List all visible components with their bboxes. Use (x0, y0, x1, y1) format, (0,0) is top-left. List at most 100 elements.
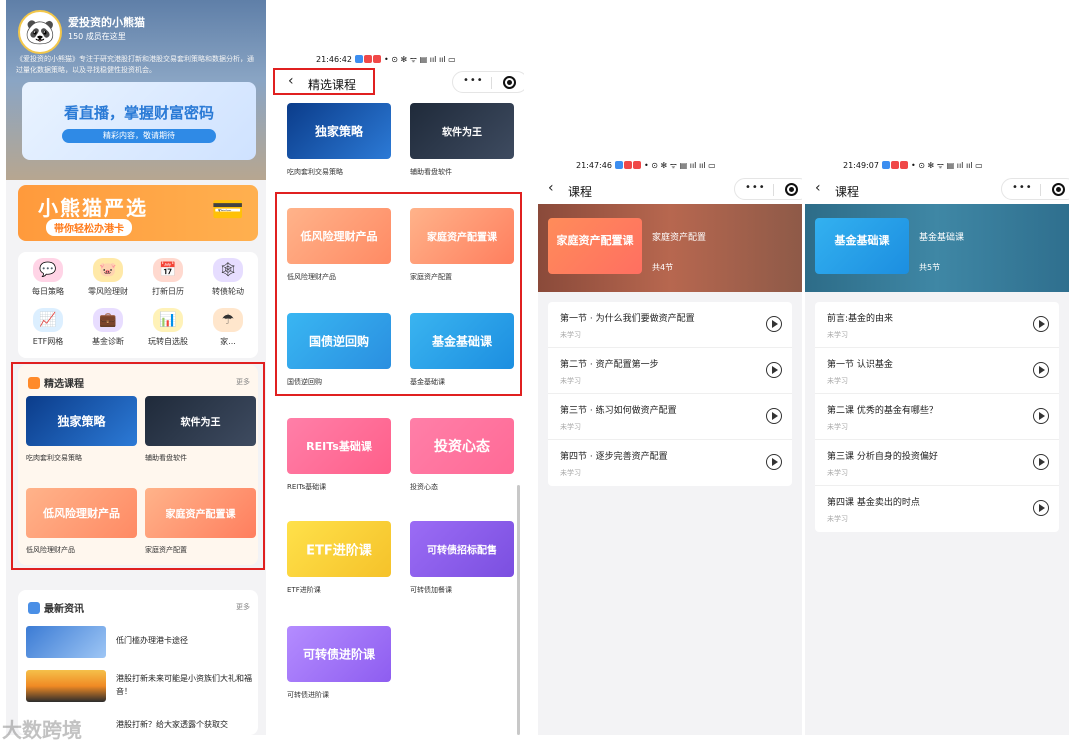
capsule-divider (1040, 184, 1041, 196)
promo-banner[interactable]: 小熊猫严选 带你轻松办港卡 💳 (18, 185, 258, 241)
feature-chart[interactable]: 📈 ETF网格 (18, 308, 78, 347)
lesson-status: 未学习 (827, 377, 848, 385)
app-icon (615, 161, 624, 169)
page-title: 课程 (568, 185, 593, 199)
panda-avatar[interactable]: 🐼 (18, 10, 62, 54)
umbrella-icon: ☂ (213, 308, 243, 332)
course-thumbnail: 可转债进阶课 (287, 626, 391, 682)
lesson-item[interactable]: 前言:基金的由来 未学习 (815, 302, 1059, 348)
course-caption: REITs基础课 (287, 483, 327, 491)
feature-label: 转债轮动 (212, 287, 244, 296)
promo-title: 小熊猫严选 (38, 196, 148, 220)
course-caption: 可转债加餐课 (410, 586, 452, 594)
news-title: 港股打新？给大家透露个获取交 (116, 720, 228, 729)
feature-umbrella[interactable]: ☂ 家... (198, 308, 258, 347)
lesson-item[interactable]: 第四课 基金卖出的时点 未学习 (815, 486, 1059, 532)
feature-bars[interactable]: 📊 玩转自选股 (138, 308, 198, 347)
more-link[interactable]: 更多 (236, 602, 250, 612)
lesson-status: 未学习 (827, 515, 848, 523)
play-icon[interactable] (766, 454, 782, 470)
news-item[interactable]: 低门槛办理港卡途径 (26, 626, 252, 662)
course-hero: 家庭资产配置课 家庭资产配置 共4节 (538, 204, 802, 292)
course-hero: 基金基础课 基金基础课 共5节 (805, 204, 1069, 292)
capsule-divider (491, 77, 492, 89)
piggy-icon: 🐷 (93, 258, 123, 282)
lesson-item[interactable]: 第二课 优秀的基金有哪些？ 未学习 (815, 394, 1059, 440)
lesson-item[interactable]: 第一节 · 为什么我们要做资产配置 未学习 (548, 302, 792, 348)
chat-icon: 💬 (33, 258, 63, 282)
feature-network[interactable]: 🕸 转债轮动 (198, 258, 258, 297)
lesson-item[interactable]: 第四节 · 逐步完善资产配置 未学习 (548, 440, 792, 486)
lesson-item[interactable]: 第三课 分析自身的投资偏好 未学习 (815, 440, 1059, 486)
course-thumbnail-title: 投资心态 (434, 439, 490, 455)
app-icon (882, 161, 891, 169)
play-icon[interactable] (766, 362, 782, 378)
feature-doctor-bag[interactable]: 💼 基金诊断 (78, 308, 138, 347)
network-icon: 🕸 (213, 258, 243, 282)
play-icon[interactable] (1033, 500, 1049, 516)
news-title: 港股打新未来可能是小资族们大礼和福音！ (116, 674, 252, 696)
more-menu-icon[interactable]: ••• (1012, 182, 1033, 193)
play-icon[interactable] (1033, 408, 1049, 424)
lesson-status: 未学习 (827, 423, 848, 431)
play-icon[interactable] (766, 316, 782, 332)
live-banner[interactable]: 看直播，掌握财富密码 精彩内容，敬请期待 (22, 82, 256, 160)
page-title: 课程 (835, 185, 860, 199)
member-count: 150 成员在这里 (68, 32, 126, 41)
live-banner-title: 看直播，掌握财富密码 (63, 104, 214, 122)
more-menu-icon[interactable]: ••• (745, 182, 766, 193)
lesson-item[interactable]: 第二节 · 资产配置第一步 未学习 (548, 348, 792, 394)
course-cover: 家庭资产配置课 (548, 218, 642, 274)
mini-program-capsule: ••• (734, 178, 802, 200)
status-bar: 21:49:07 • ⊙ ✻ ᯤ ▤ ııl ııl ▭ (843, 161, 983, 170)
close-target-icon[interactable] (1052, 183, 1065, 196)
status-time: 21:46:42 (316, 55, 352, 64)
play-icon[interactable] (1033, 362, 1049, 378)
back-icon[interactable]: ‹ (815, 180, 821, 196)
lesson-title: 第四节 · 逐步完善资产配置 (560, 452, 668, 462)
ipo-calendar-icon: 📅 (153, 258, 183, 282)
feature-label: 零风险理财 (88, 287, 128, 296)
lesson-status: 未学习 (560, 423, 581, 431)
lesson-item[interactable]: 第三节 · 练习如何做资产配置 未学习 (548, 394, 792, 440)
back-icon[interactable]: ‹ (548, 180, 554, 196)
lesson-status: 未学习 (560, 331, 581, 339)
feature-ipo-calendar[interactable]: 📅 打新日历 (138, 258, 198, 297)
feature-label: 基金诊断 (92, 337, 124, 346)
news-title: 低门槛办理港卡途径 (116, 636, 188, 645)
lesson-item[interactable]: 第一节 认识基金 未学习 (815, 348, 1059, 394)
status-time: 21:49:07 (843, 161, 879, 170)
play-icon[interactable] (766, 408, 782, 424)
more-menu-icon[interactable]: ••• (463, 75, 484, 86)
chart-icon: 📈 (33, 308, 63, 332)
news-item[interactable]: 港股打新未来可能是小资族们大礼和福音！ (26, 670, 252, 706)
close-target-icon[interactable] (785, 183, 798, 196)
close-target-icon[interactable] (503, 76, 516, 89)
course-caption: 吃肉套利交易策略 (287, 168, 343, 176)
lesson-list: 第一节 · 为什么我们要做资产配置 未学习 第二节 · 资产配置第一步 未学习 第三节 … (548, 302, 792, 486)
app-icon (355, 55, 364, 63)
play-icon[interactable] (1033, 454, 1049, 470)
highlight-box (275, 192, 522, 396)
course-cover: 基金基础课 (815, 218, 909, 274)
course-caption: ETF进阶课 (287, 586, 321, 594)
feature-chat[interactable]: 💬 每日策略 (18, 258, 78, 297)
lesson-title: 第二课 优秀的基金有哪些？ (827, 406, 938, 416)
mini-program-capsule: ••• (452, 71, 524, 93)
feature-label: 家... (220, 337, 236, 346)
community-name: 爱投资的小熊猫 (68, 16, 145, 29)
course-thumbnail-title: ETF进阶课 (306, 543, 372, 559)
doctor-bag-icon: 💼 (93, 308, 123, 332)
lesson-status: 未学习 (827, 469, 848, 477)
community-description: 《爱投资的小熊猫》专注于研究港股打新和港股交易套利策略和数据分析，通过量化数据策… (16, 55, 254, 74)
play-icon[interactable] (1033, 316, 1049, 332)
lesson-title: 第二节 · 资产配置第一步 (560, 360, 659, 370)
course-thumbnail-title: 独家策略 (314, 124, 363, 139)
feature-label: 每日策略 (32, 287, 64, 296)
course-thumbnail: 投资心态 (410, 418, 514, 474)
feature-label: 玩转自选股 (148, 337, 188, 346)
course-thumbnail-title: 可转债招标配售 (427, 545, 497, 557)
scrollbar[interactable] (517, 485, 520, 735)
card-illustration-icon: 💳 (211, 195, 244, 225)
feature-piggy[interactable]: 🐷 零风险理财 (78, 258, 138, 297)
